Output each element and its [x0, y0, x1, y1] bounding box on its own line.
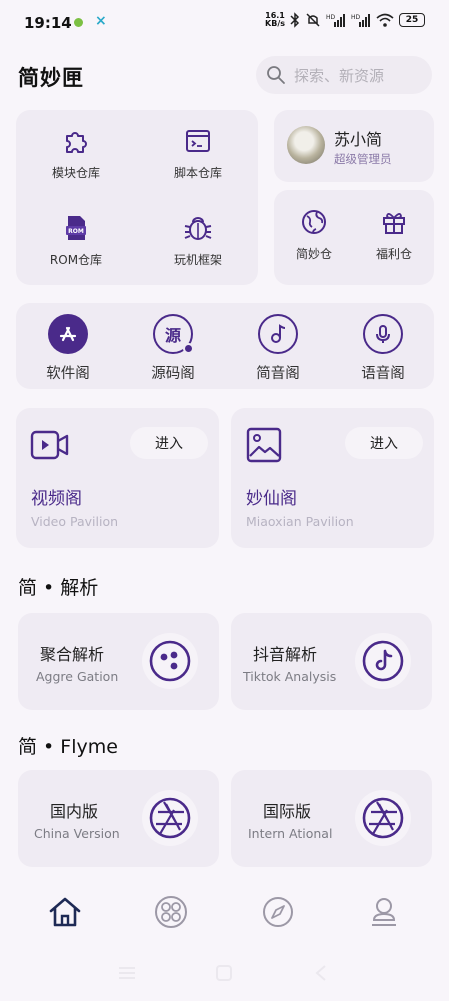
source-pavilion-tile[interactable]: 源 源码阁: [141, 314, 205, 383]
gift-icon: [383, 213, 405, 234]
search-input[interactable]: 探索、新资源: [256, 56, 432, 94]
international-version-card[interactable]: 国际版 Intern Ational: [231, 770, 432, 867]
puzzle-icon: [66, 132, 87, 153]
rom-file-icon: ROM: [66, 216, 86, 240]
rom-repo-tile[interactable]: ROM ROM仓库: [40, 213, 112, 268]
tile-label: 语音阁: [361, 366, 405, 382]
china-version-card[interactable]: 国内版 China Version: [18, 770, 219, 867]
home-square-icon[interactable]: [213, 964, 235, 982]
tile-label: 源码阁: [151, 366, 195, 382]
pavilion-title: 视频阁: [31, 489, 82, 509]
welfare-repo-tile[interactable]: 福利仓: [364, 207, 424, 262]
feature-subtitle: Tiktok Analysis: [243, 669, 337, 684]
microphone-icon: [363, 314, 403, 354]
home-icon: [49, 897, 81, 927]
mute-icon: [306, 13, 320, 27]
pavilion-subtitle: Miaoxian Pavilion: [246, 514, 354, 529]
aggregate-dots-icon: [142, 633, 198, 689]
enter-button[interactable]: 进入: [345, 427, 423, 459]
nav-discover[interactable]: [258, 892, 298, 932]
svg-text:HD: HD: [326, 14, 336, 21]
enter-button[interactable]: 进入: [130, 427, 208, 459]
framework-tile[interactable]: 玩机框架: [162, 213, 234, 268]
pavilion-subtitle: Video Pavilion: [31, 514, 119, 529]
tile-label: 简妙仓: [295, 247, 332, 261]
jianmiao-repo-tile[interactable]: 简妙仓: [284, 207, 344, 262]
aggregate-parse-card[interactable]: 聚合解析 Aggre Gation: [18, 613, 219, 710]
music-note-icon: [258, 314, 298, 354]
battery-icon: 25: [399, 13, 425, 27]
user-card[interactable]: 苏小简 超级管理员: [274, 110, 434, 182]
system-gesture-bar: [0, 958, 449, 988]
feature-subtitle: Intern Ational: [248, 826, 333, 841]
aperture-icon: [142, 790, 198, 846]
apps-circle-icon: [155, 896, 187, 928]
section-title-flyme: 简 • Flyme: [18, 736, 118, 758]
bluetooth-icon: [290, 12, 300, 28]
tile-label: 软件阁: [46, 366, 90, 382]
tiktok-icon: [355, 633, 411, 689]
compass-icon: [263, 897, 293, 927]
signal-hd-icon: HD: [351, 14, 370, 27]
miaoxian-pavilion-card[interactable]: 进入 妙仙阁 Miaoxian Pavilion: [231, 408, 434, 548]
svg-text:ROM: ROM: [68, 228, 84, 235]
tile-label: 玩机框架: [173, 253, 222, 267]
menu-icon[interactable]: [116, 964, 138, 982]
avatar: [287, 126, 325, 164]
android-debug-icon: [74, 18, 83, 27]
source-code-icon: 源: [153, 314, 194, 354]
feature-title: 国内版: [50, 802, 99, 821]
user-name: 苏小简: [334, 130, 383, 149]
voice-pavilion-tile[interactable]: 语音阁: [351, 314, 415, 383]
software-pavilion-tile[interactable]: 软件阁: [36, 314, 100, 383]
bug-icon: [184, 217, 212, 240]
video-camera-icon: [30, 430, 69, 460]
feature-subtitle: China Version: [34, 826, 120, 841]
net-speed: 16.1 KB/s: [265, 11, 285, 28]
video-pavilion-card[interactable]: 进入 视频阁 Video Pavilion: [16, 408, 219, 548]
back-icon[interactable]: [311, 964, 333, 982]
feature-title: 国际版: [263, 802, 312, 821]
nav-profile[interactable]: [364, 892, 404, 932]
status-bar: 19:14 × 16.1 KB/s HD HD 25: [0, 0, 449, 44]
svg-text:HD: HD: [351, 14, 361, 21]
nav-apps[interactable]: [151, 892, 191, 932]
feature-subtitle: Aggre Gation: [36, 669, 119, 684]
search-icon: [267, 66, 285, 84]
nav-home[interactable]: [45, 892, 85, 932]
tile-label: 脚本仓库: [173, 166, 222, 180]
feature-title: 聚合解析: [40, 645, 105, 664]
app-logo: 简妙匣: [18, 65, 84, 90]
aperture-icon: [355, 790, 411, 846]
signal-hd-icon: HD: [326, 14, 345, 27]
terminal-window-icon: [186, 130, 210, 152]
search-placeholder: 探索、新资源: [294, 66, 385, 85]
tiktok-parse-card[interactable]: 抖音解析 Tiktok Analysis: [231, 613, 432, 710]
image-icon: [246, 427, 282, 463]
user-role: 超级管理员: [334, 152, 392, 166]
section-title-parse: 简 • 解析: [18, 577, 99, 599]
app-store-icon: [48, 314, 88, 354]
tile-label: 简音阁: [256, 366, 300, 382]
feature-title: 抖音解析: [253, 645, 318, 664]
tile-label: 模块仓库: [51, 166, 100, 180]
pavilion-title: 妙仙阁: [246, 489, 297, 509]
wifi-icon: [376, 13, 394, 27]
module-repo-tile[interactable]: 模块仓库: [40, 126, 112, 181]
tile-label: 福利仓: [375, 247, 412, 261]
close-x-icon: ×: [95, 13, 107, 29]
profile-stamp-icon: [372, 898, 396, 926]
script-repo-tile[interactable]: 脚本仓库: [162, 126, 234, 181]
tile-label: ROM仓库: [49, 253, 103, 267]
jianyin-pavilion-tile[interactable]: 简音阁: [246, 314, 310, 383]
status-time: 19:14: [24, 14, 72, 32]
globe-icon: [302, 210, 326, 234]
